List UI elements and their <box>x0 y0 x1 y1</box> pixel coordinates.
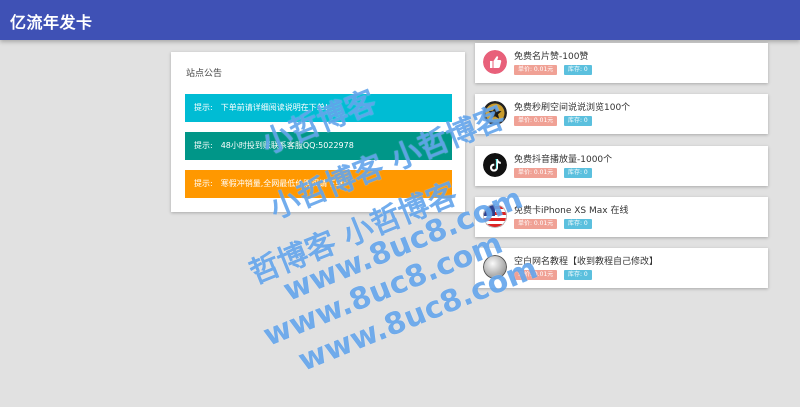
watermark-text: www.8uc8.com <box>258 225 508 354</box>
alert-label: 提示: <box>194 179 213 188</box>
product-item[interactable]: 空白网名教程【收到教程自己修改】 单价: 0.01元 库存: 0 <box>475 248 768 288</box>
price-badge: 单价: 0.01元 <box>514 116 558 126</box>
product-name: 免费名片赞-100赞 <box>514 52 589 62</box>
price-badge: 单价: 0.01元 <box>514 65 558 75</box>
product-name: 免费卡iPhone XS Max 在线 <box>514 206 629 216</box>
product-name: 免费抖音播放量-1000个 <box>514 155 613 165</box>
alert-text: 下单前请详细阅读说明在下单! <box>220 103 328 112</box>
stock-badge: 库存: 0 <box>564 270 592 280</box>
star-icon <box>483 101 507 125</box>
tiktok-icon <box>483 153 507 177</box>
price-badge: 单价: 0.01元 <box>514 270 558 280</box>
flag-icon <box>483 204 507 228</box>
stock-badge: 库存: 0 <box>564 116 592 126</box>
product-item[interactable]: 免费抖音播放量-1000个 单价: 0.01元 库存: 0 <box>475 146 768 186</box>
product-item[interactable]: 免费卡iPhone XS Max 在线 单价: 0.01元 库存: 0 <box>475 197 768 237</box>
notice-alert: 提示: 寒假冲销量,全网最低价购买请下单! <box>185 170 452 198</box>
thumbs-up-icon <box>483 50 507 74</box>
site-title[interactable]: 亿流年发卡 <box>10 9 93 33</box>
product-name: 免费秒刷空间说说浏览100个 <box>514 103 631 113</box>
price-badge: 单价: 0.01元 <box>514 168 558 178</box>
notice-title: 站点公告 <box>186 69 223 79</box>
notice-alert: 提示: 下单前请详细阅读说明在下单! <box>185 94 452 122</box>
top-navbar: 亿流年发卡 <box>0 0 800 40</box>
stock-badge: 库存: 0 <box>564 168 592 178</box>
alert-label: 提示: <box>194 103 213 112</box>
product-name: 空白网名教程【收到教程自己修改】 <box>514 257 659 267</box>
alert-label: 提示: <box>194 141 213 150</box>
alert-text: 寒假冲销量,全网最低价购买请下单! <box>220 179 347 188</box>
price-badge: 单价: 0.01元 <box>514 219 558 229</box>
notice-alert: 提示: 48小时投到账联系客服QQ:5022978 <box>185 132 452 160</box>
product-item[interactable]: 免费秒刷空间说说浏览100个 单价: 0.01元 库存: 0 <box>475 94 768 134</box>
stock-badge: 库存: 0 <box>564 65 592 75</box>
alert-text: 48小时投到账联系客服QQ:5022978 <box>220 141 354 150</box>
product-item[interactable]: 免费名片赞-100赞 单价: 0.01元 库存: 0 <box>475 43 768 83</box>
notice-panel: 站点公告 提示: 下单前请详细阅读说明在下单! 提示: 48小时投到账联系客服QQ:… <box>171 52 465 212</box>
blank-circle-icon <box>483 255 507 279</box>
stock-badge: 库存: 0 <box>564 219 592 229</box>
